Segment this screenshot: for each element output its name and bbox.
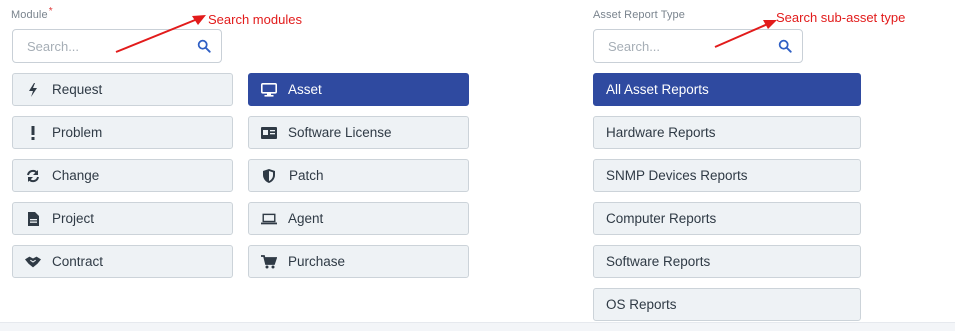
asset-report-search-placeholder: Search... [608,39,661,54]
report-os-button[interactable]: OS Reports [593,288,861,321]
footer-strip [0,322,955,331]
refresh-icon [25,168,41,184]
module-change-label: Change [52,168,100,183]
module-agent-button[interactable]: Agent [248,202,469,235]
module-software-license-label: Software License [288,125,392,140]
module-asset-button[interactable]: Asset [248,73,469,106]
search-icon[interactable] [778,39,792,53]
module-contract-label: Contract [52,254,104,269]
module-label: Module* [11,6,53,21]
annotation-arrow-modules [115,15,206,53]
module-asset-label: Asset [288,82,322,97]
module-patch-label: Patch [289,168,324,183]
report-software-label: Software Reports [606,254,711,269]
exclamation-icon [25,125,41,141]
report-computer-button[interactable]: Computer Reports [593,202,861,235]
shield-icon [261,168,277,184]
cart-icon [261,254,277,270]
monitor-icon [261,82,277,98]
annotation-arrow-sub-asset [714,20,777,48]
report-all-asset-label: All Asset Reports [606,82,709,97]
id-card-icon [261,125,277,141]
module-change-button[interactable]: Change [12,159,233,192]
module-contract-button[interactable]: Contract [12,245,233,278]
handshake-icon [25,254,41,270]
module-agent-label: Agent [288,211,324,226]
module-project-label: Project [52,211,95,226]
laptop-icon [261,211,277,227]
report-os-label: OS Reports [606,297,677,312]
report-snmp-devices-button[interactable]: SNMP Devices Reports [593,159,861,192]
module-patch-button[interactable]: Patch [248,159,469,192]
annotation-search-sub-asset-type: Search sub-asset type [776,10,906,25]
document-icon [25,211,41,227]
module-label-text: Module [11,9,48,21]
module-request-button[interactable]: Request [12,73,233,106]
report-computer-label: Computer Reports [606,211,717,226]
annotation-search-modules: Search modules [208,12,302,27]
module-problem-button[interactable]: Problem [12,116,233,149]
report-all-asset-button[interactable]: All Asset Reports [593,73,861,106]
report-software-button[interactable]: Software Reports [593,245,861,278]
module-purchase-label: Purchase [288,254,346,269]
module-request-label: Request [52,82,103,97]
module-purchase-button[interactable]: Purchase [248,245,469,278]
module-search-placeholder: Search... [27,39,80,54]
module-problem-label: Problem [52,125,103,140]
asset-report-type-label: Asset Report Type [593,9,685,21]
report-hardware-label: Hardware Reports [606,125,716,140]
module-software-license-button[interactable]: Software License [248,116,469,149]
module-project-button[interactable]: Project [12,202,233,235]
required-mark: * [48,6,53,17]
bolt-icon [25,82,41,98]
report-hardware-button[interactable]: Hardware Reports [593,116,861,149]
report-snmp-devices-label: SNMP Devices Reports [606,168,748,183]
